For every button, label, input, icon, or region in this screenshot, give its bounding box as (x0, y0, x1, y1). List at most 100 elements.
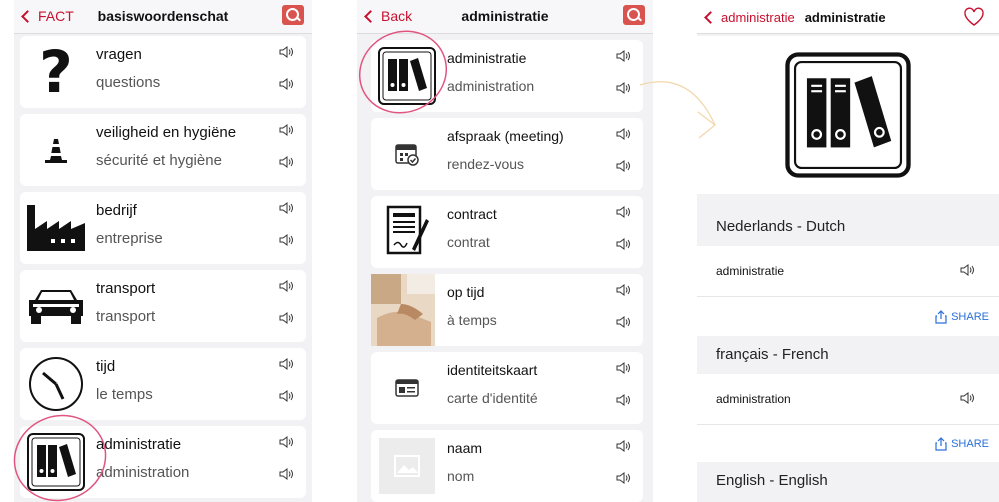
list-item[interactable]: administratie administration (371, 40, 643, 112)
share-label: SHARE (951, 438, 989, 450)
speaker-icon[interactable] (278, 388, 294, 404)
word-image (697, 36, 999, 194)
question-mark-icon: ? (39, 38, 73, 106)
binders-icon (375, 44, 439, 108)
speaker-icon[interactable] (278, 200, 294, 216)
translation-label: le temps (96, 386, 153, 403)
back-label: administratie (721, 10, 795, 25)
back-button[interactable]: administratie administratie (703, 10, 886, 25)
chevron-left-icon (704, 11, 717, 24)
word-label: administratie (447, 50, 527, 66)
share-button[interactable]: SHARE (935, 437, 989, 451)
favorite-heart-icon[interactable] (963, 7, 985, 27)
speaker-icon[interactable] (278, 122, 294, 138)
speaker-icon[interactable] (615, 126, 631, 142)
word-label: identiteitskaart (447, 362, 538, 378)
speaker-icon[interactable] (959, 390, 977, 408)
subcategory-list-screen: Back administratie administratie adminis… (357, 0, 653, 502)
translation-label: administration (96, 464, 190, 481)
speaker-icon[interactable] (278, 76, 294, 92)
list-item[interactable]: transport transport (20, 270, 306, 342)
speaker-icon[interactable] (278, 356, 294, 372)
list-item[interactable]: afspraak (meeting) rendez-vous (371, 118, 643, 190)
speaker-icon[interactable] (615, 204, 631, 220)
share-button[interactable]: SHARE (935, 310, 989, 324)
nav-bar: administratie administratie (697, 0, 999, 34)
binders-icon (785, 52, 911, 178)
list-item[interactable]: administratie administration (20, 426, 306, 498)
word-label: administratie (96, 436, 182, 453)
speaker-icon[interactable] (278, 434, 294, 450)
language-header: français - French (697, 346, 999, 370)
list-item[interactable]: veiligheid en hygiëne sécurité et hygièn… (20, 114, 306, 186)
calendar-icon (375, 122, 439, 186)
list-item[interactable]: contract contrat (371, 196, 643, 268)
share-row: SHARE (697, 296, 999, 336)
share-row: SHARE (697, 424, 999, 462)
speaker-icon[interactable] (278, 278, 294, 294)
factory-icon (24, 196, 88, 260)
image-placeholder-icon (375, 434, 439, 498)
word-label: vragen (96, 46, 142, 63)
page-title: administratie (804, 10, 886, 25)
search-icon[interactable] (623, 5, 645, 25)
category-list-screen: FACT basiswoordenschat ? vragen question… (14, 0, 312, 502)
id-card-icon (375, 356, 439, 420)
translation-label: entreprise (96, 230, 163, 247)
list-item[interactable]: identiteitskaart carte d'identité (371, 352, 643, 424)
speaker-icon[interactable] (615, 392, 631, 408)
list-item[interactable]: ? vragen questions (20, 36, 306, 108)
translation-label: à temps (447, 312, 497, 328)
share-label: SHARE (951, 311, 989, 323)
speaker-icon[interactable] (615, 314, 631, 330)
word-label: administration (716, 392, 791, 406)
traffic-cone-icon (24, 118, 88, 182)
speaker-icon[interactable] (278, 232, 294, 248)
page-title: administratie (461, 8, 549, 24)
word-label: veiligheid en hygiëne (96, 124, 237, 141)
translation-label: sécurité et hygiène (96, 152, 222, 169)
search-icon[interactable] (282, 5, 304, 25)
speaker-icon[interactable] (615, 158, 631, 174)
car-icon (24, 274, 88, 338)
word-label: transport (96, 280, 156, 297)
list-item[interactable]: naam nom (371, 430, 643, 502)
translation-label: nom (447, 468, 475, 484)
speaker-icon[interactable] (615, 236, 631, 252)
word-label: bedrijf (96, 202, 137, 219)
speaker-icon[interactable] (278, 310, 294, 326)
speaker-icon[interactable] (278, 44, 294, 60)
translation-label: transport (96, 308, 156, 325)
word-label: op tijd (447, 284, 485, 300)
translation-label: questions (96, 74, 161, 91)
word-label: contract (447, 206, 497, 222)
speaker-icon[interactable] (615, 438, 631, 454)
language-header: English - English (697, 472, 999, 496)
binders-icon (24, 430, 88, 494)
language-header: Nederlands - Dutch (697, 218, 999, 242)
translation-label: carte d'identité (447, 390, 538, 406)
speaker-icon[interactable] (278, 466, 294, 482)
speaker-icon[interactable] (959, 262, 977, 280)
translation-label: administration (447, 78, 535, 94)
list-item[interactable]: bedrijf entreprise (20, 192, 306, 264)
nav-bar: FACT basiswoordenschat (14, 0, 312, 34)
speaker-icon[interactable] (615, 282, 631, 298)
speaker-icon[interactable] (615, 80, 631, 96)
word-list: ? vragen questions veiligheid en hygiëne… (20, 36, 306, 502)
clock-icon (24, 352, 88, 416)
share-icon (935, 310, 947, 324)
speaker-icon[interactable] (615, 48, 631, 64)
word-row: administration (697, 374, 999, 424)
page-title: basiswoordenschat (97, 8, 229, 24)
share-icon (935, 437, 947, 451)
contract-icon (375, 200, 439, 264)
nav-bar: Back administratie (357, 0, 653, 34)
speaker-icon[interactable] (615, 470, 631, 486)
speaker-icon[interactable] (278, 154, 294, 170)
translation-label: contrat (447, 234, 490, 250)
list-item[interactable]: op tijd à temps (371, 274, 643, 346)
translation-label: rendez-vous (447, 156, 525, 172)
speaker-icon[interactable] (615, 360, 631, 376)
list-item[interactable]: tijd le temps (20, 348, 306, 420)
